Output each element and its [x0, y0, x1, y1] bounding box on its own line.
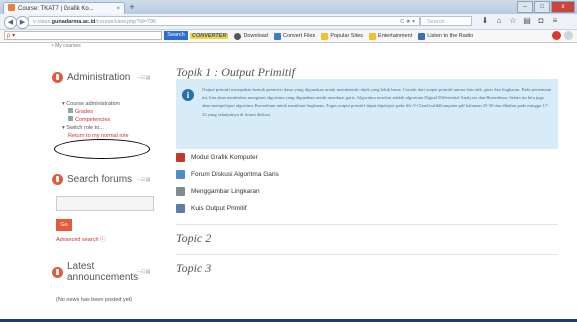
folder-icon: [321, 32, 329, 40]
brand-logo: CONVERTER: [190, 33, 229, 39]
competencies-link[interactable]: Competencies: [62, 116, 129, 124]
url-controls[interactable]: C ★ ▾: [400, 17, 415, 27]
toolbar-search-input[interactable]: ρ ▾: [4, 31, 162, 40]
administration-block-header: Administration – ☷ ▤: [52, 72, 156, 83]
close-window-button[interactable]: x: [551, 1, 575, 13]
course-main-content: Topik 1 : Output Primitif i Output primi…: [172, 43, 562, 319]
grades-icon: [68, 108, 73, 113]
home-icon[interactable]: ⌂: [492, 16, 506, 25]
nav-icons: ⬇ ⌂ ☆ ▤ ◘ ≡: [478, 16, 562, 25]
info-icon: i: [182, 89, 194, 101]
toolbar-radio-link[interactable]: Listen to the Radio: [418, 32, 473, 40]
toolbar-right-icons: [549, 31, 573, 40]
maximize-button[interactable]: □: [534, 1, 550, 13]
activity-label[interactable]: Kuis Output Primitif: [191, 205, 247, 212]
activity-label[interactable]: Forum Diskusi Algoritma Garis: [191, 171, 279, 178]
window-controls: – □ x: [516, 1, 575, 13]
file-icon: [176, 153, 185, 162]
left-sidebar: • My courses Administration – ☷ ▤ ▾ Cour…: [52, 43, 158, 319]
my-courses-link[interactable]: • My courses: [52, 43, 81, 49]
activity-item[interactable]: Modul Grafik Komputer: [176, 153, 258, 162]
play-icon: [418, 32, 426, 40]
section-divider: [176, 254, 558, 255]
download-circle-icon: [234, 32, 242, 40]
folder-icon: [369, 32, 377, 40]
activity-item[interactable]: Forum Diskusi Algoritma Garis: [176, 170, 279, 179]
go-button[interactable]: Go: [56, 219, 72, 231]
administration-title: Administration: [67, 72, 131, 83]
topic-2-title: Topic 2: [176, 231, 212, 245]
toolbar-entertainment-link[interactable]: Entertainment: [369, 32, 412, 40]
moodle-favicon-icon: [8, 4, 15, 11]
topic-summary-text: Output primitif merupakan bentuk geometr…: [202, 87, 552, 117]
browser-titlebar: Course: TKAT7 | Grafik Ko... × + – □ x: [0, 0, 577, 15]
no-news-text: (No news has been posted yet): [56, 297, 133, 303]
url-bar[interactable]: v-class.gunadarma.ac.id/course/view.php?…: [28, 16, 420, 26]
section-divider: [176, 224, 558, 225]
activity-item[interactable]: Menggambar Lingkaran: [176, 187, 260, 196]
assignment-icon: [176, 187, 185, 196]
navigation-bar: ◀ ▶ v-class.gunadarma.ac.id/course/view.…: [0, 14, 577, 30]
page-content: • My courses Administration – ☷ ▤ ▾ Cour…: [0, 43, 577, 319]
topic-3-title: Topic 3: [176, 261, 212, 275]
url-prefix: v-class.: [33, 19, 52, 25]
toolbar-search-button[interactable]: Search: [164, 31, 188, 40]
activity-label[interactable]: Menggambar Lingkaran: [191, 188, 260, 195]
grades-link[interactable]: Grades: [62, 108, 129, 116]
toolbar-links: CONVERTER Download Convert Files Popular…: [190, 30, 479, 42]
pocket-icon[interactable]: ◘: [534, 16, 548, 25]
new-tab-button[interactable]: +: [126, 2, 138, 13]
help-icon: ⓘ: [100, 237, 106, 243]
latest-announcements-block-header: Latest announcements – ☷ ▤: [52, 261, 156, 283]
menu-icon[interactable]: ≡: [548, 16, 562, 25]
topic-1-title: Topik 1 : Output Primitif: [176, 65, 295, 79]
toolbar-popular-link[interactable]: Popular Sites: [321, 32, 363, 40]
search-forums-icon: [52, 174, 63, 185]
addon-red-icon[interactable]: [552, 31, 561, 40]
latest-announcements-title: Latest announcements: [67, 261, 139, 283]
download-icon[interactable]: ⬇: [478, 16, 492, 25]
minimize-button[interactable]: –: [517, 1, 533, 13]
block-controls-icon[interactable]: – ☷ ▤: [138, 75, 151, 81]
block-controls-icon[interactable]: – ☷ ▤: [138, 269, 151, 275]
library-icon[interactable]: ▤: [520, 16, 534, 25]
switch-role-item[interactable]: ▾ Switch role to...: [62, 124, 129, 132]
toolbar-convert-link[interactable]: Convert Files: [273, 32, 315, 40]
activity-item[interactable]: Kuis Output Primitif: [176, 204, 247, 213]
search-forums-block-header: Search forums – ☷ ▤: [52, 174, 156, 185]
highlight-circle: [54, 139, 150, 159]
topic-summary-box: i Output primitif merupakan bentuk geome…: [176, 79, 558, 149]
url-domain: gunadarma.ac.id: [51, 19, 96, 25]
quiz-icon: [176, 204, 185, 213]
url-path: /course/view.php?id=796: [95, 19, 157, 25]
announcements-icon: [52, 266, 63, 278]
advanced-search-link[interactable]: Advanced search ⓘ: [56, 235, 106, 243]
browser-search-input[interactable]: Search: [420, 16, 472, 26]
administration-icon: [52, 72, 63, 83]
activity-label[interactable]: Modul Grafik Komputer: [191, 154, 258, 161]
bookmark-star-icon[interactable]: ☆: [506, 16, 520, 25]
addon-toolbar: ρ ▾ Search CONVERTER Download Convert Fi…: [0, 30, 577, 43]
addon-gray-icon[interactable]: [564, 31, 573, 40]
convert-icon: [273, 32, 281, 40]
administration-tree: ▾ Course administration Grades Competenc…: [62, 100, 129, 140]
course-administration-item[interactable]: ▾ Course administration: [62, 100, 129, 108]
search-forums-title: Search forums: [67, 174, 133, 185]
block-controls-icon[interactable]: – ☷ ▤: [138, 177, 151, 183]
competencies-icon: [68, 116, 73, 121]
forum-search-input[interactable]: [56, 196, 154, 211]
toolbar-download-link[interactable]: Download: [234, 32, 268, 40]
forum-icon: [176, 170, 185, 179]
tab-title: Course: TKAT7 | Grafik Ko...: [18, 6, 94, 12]
